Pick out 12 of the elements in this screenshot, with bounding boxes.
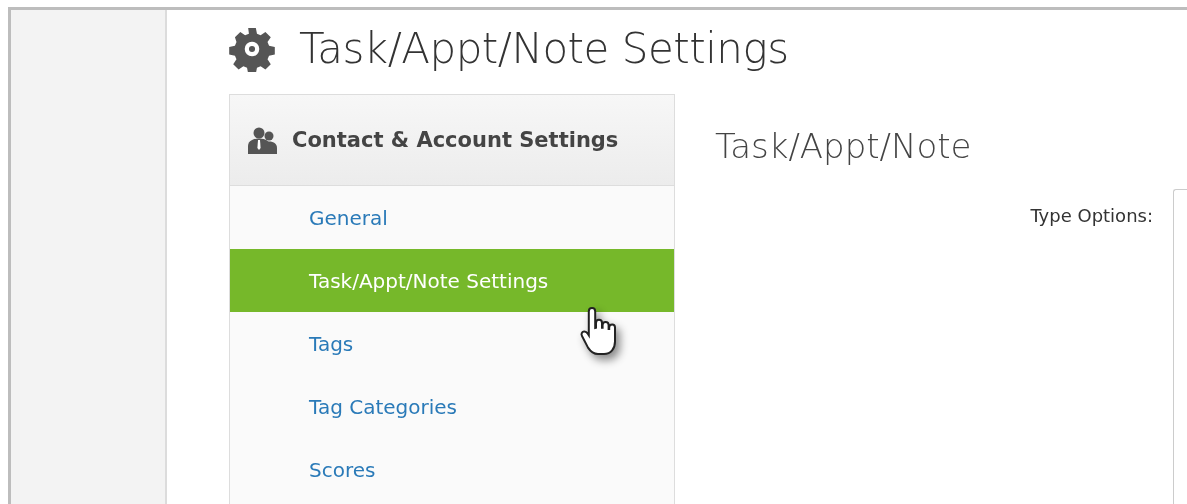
sidebar-item[interactable]: Tags <box>230 312 674 375</box>
people-icon <box>248 126 278 154</box>
sidebar-item[interactable]: General <box>230 186 674 249</box>
field-label: Type Options: <box>1029 204 1153 228</box>
type-options-field[interactable] <box>1173 189 1187 504</box>
page-title: Task/Appt/Note Settings <box>299 24 789 73</box>
section-heading: Task/Appt/Note <box>715 126 973 166</box>
gear-icon <box>229 25 275 72</box>
sidebar-header: Contact & Account Settings <box>292 128 619 152</box>
sidebar-item[interactable]: Scores <box>230 438 674 501</box>
sidebar-item[interactable]: Task/Appt/Note Settings <box>230 249 674 312</box>
sidebar-item[interactable]: Tag Categories <box>230 375 674 438</box>
